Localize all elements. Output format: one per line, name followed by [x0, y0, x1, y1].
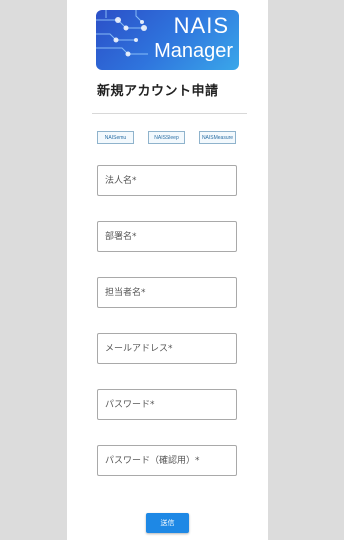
- brand-label: NAISemu: [104, 134, 127, 141]
- logo-text-manager: Manager: [154, 40, 233, 62]
- submit-button[interactable]: 送信: [146, 513, 189, 533]
- email-input[interactable]: [97, 333, 237, 364]
- logo-text-nais: NAIS: [173, 13, 229, 38]
- brand-logo-nais-emu: NAISemu: [97, 131, 134, 144]
- signup-panel: NAIS Manager 新規アカウント申請 NAISemu NAISSleep…: [67, 0, 268, 540]
- brand-label: NAISMeasure: [201, 134, 234, 141]
- person-name-input[interactable]: [97, 277, 237, 308]
- brand-logo-nais-sleep: NAISSleep: [148, 131, 185, 144]
- brand-logo-nais-measure: NAISMeasure: [199, 131, 236, 144]
- nais-manager-logo: NAIS Manager: [96, 10, 239, 70]
- department-name-input[interactable]: [97, 221, 237, 252]
- password-confirm-input[interactable]: [97, 445, 237, 476]
- brand-label: NAISSleep: [154, 134, 179, 141]
- password-input[interactable]: [97, 389, 237, 420]
- corporate-name-input[interactable]: [97, 165, 237, 196]
- title-divider: [92, 113, 247, 114]
- page-title: 新規アカウント申請: [97, 84, 219, 99]
